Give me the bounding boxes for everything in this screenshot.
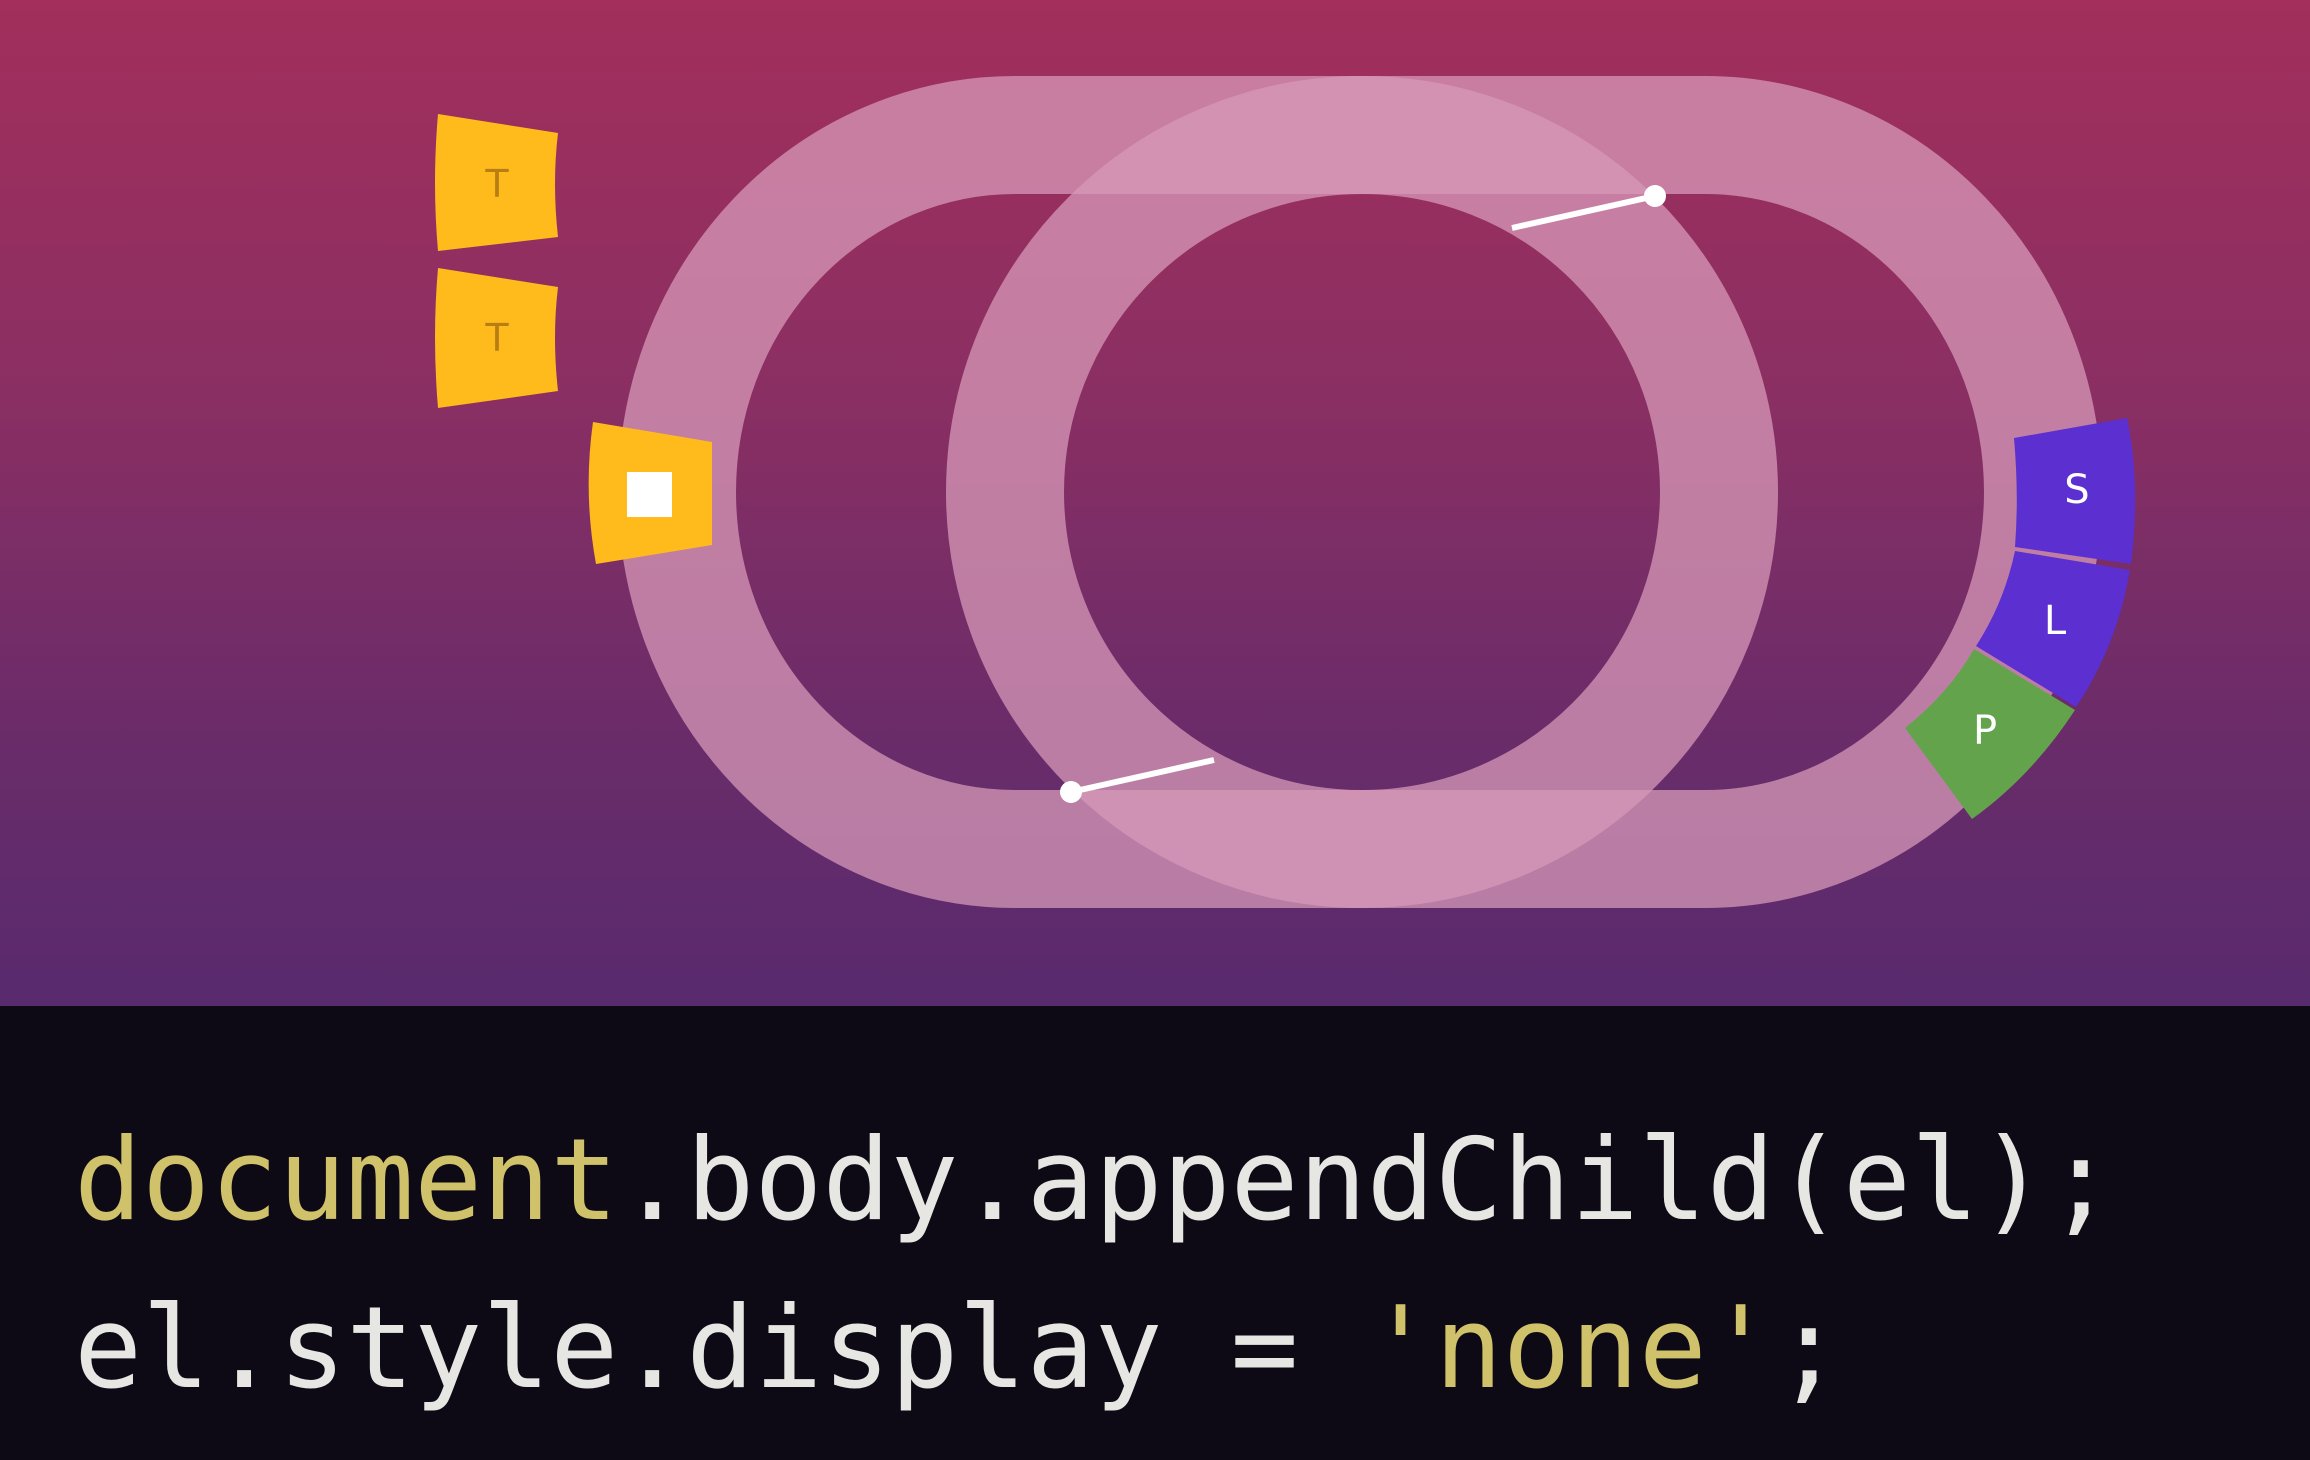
paint-label: P	[1973, 708, 1997, 754]
code-line-1-rest: .body.appendChild(el);	[618, 1114, 2115, 1246]
code-keyword-document: document	[74, 1114, 619, 1246]
style-label: S	[2064, 467, 2089, 513]
event-loop-track	[618, 76, 2102, 908]
white-square-icon	[627, 472, 672, 517]
pointer-dot	[1060, 781, 1082, 803]
event-loop-svg: T T S L P	[435, 76, 2136, 908]
code-string-none: 'none'	[1366, 1282, 1775, 1414]
code-line-2: el.style.display = 'none';	[74, 1292, 1843, 1405]
code-panel: document.body.appendChild(el); el.style.…	[0, 1006, 2310, 1460]
code-line-1: document.body.appendChild(el);	[74, 1124, 2115, 1237]
pointer-dot	[1644, 185, 1666, 207]
queued-task-label: T	[484, 162, 509, 206]
render-loop-track	[946, 76, 1778, 908]
code-line-2-before: el.style.display =	[74, 1282, 1367, 1414]
video-frame: T T S L P document.body.appendChild(el);…	[0, 0, 2310, 1460]
event-loop-diagram: T T S L P	[0, 0, 2310, 1006]
queued-task-label: T	[484, 316, 509, 360]
layout-label: L	[2044, 598, 2067, 644]
code-line-2-after: ;	[1774, 1282, 1843, 1414]
